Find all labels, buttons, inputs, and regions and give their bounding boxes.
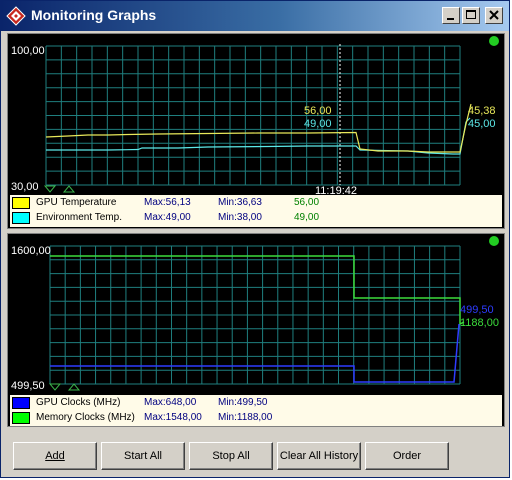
y-min-label: 30,00 bbox=[11, 181, 39, 193]
legend-swatch-gpu-temp bbox=[12, 197, 30, 209]
legend-min: Min:499,50 bbox=[218, 397, 268, 408]
gpu-clock-series bbox=[50, 323, 460, 383]
legend-min: Min:1188,00 bbox=[218, 412, 273, 423]
legend-max: Max:1548,00 bbox=[144, 412, 202, 423]
legend-row-mem-clock[interactable]: Memory Clocks (MHz) Max:1548,00 Min:1188… bbox=[10, 411, 502, 426]
legend-row-env-temp[interactable]: Environment Temp. Max:49,00 Min:38,00 49… bbox=[10, 211, 502, 226]
temperature-grid bbox=[45, 45, 461, 186]
y-max-label: 1600,00 bbox=[11, 245, 51, 257]
minimize-button[interactable] bbox=[442, 7, 460, 24]
legend-name: GPU Clocks (MHz) bbox=[36, 397, 121, 408]
temperature-legend: GPU Temperature Max:56,13 Min:36,63 56,0… bbox=[10, 195, 502, 227]
order-button[interactable]: Order bbox=[365, 442, 449, 470]
clocks-grid bbox=[49, 245, 461, 385]
status-led-icon bbox=[489, 236, 499, 246]
minimize-icon bbox=[447, 18, 454, 20]
gpu-temp-series bbox=[45, 103, 472, 153]
legend-min: Min:38,00 bbox=[218, 212, 262, 223]
monitoring-window: Monitoring Graphs 100,00 30,00 11:19:42 … bbox=[0, 0, 510, 478]
start-all-button[interactable]: Start All bbox=[101, 442, 185, 470]
cursor-value-env: 49,00 bbox=[304, 118, 332, 130]
right-value-mem-clock: 1188,00 bbox=[460, 317, 499, 329]
legend-swatch-gpu-clock bbox=[12, 397, 30, 409]
maximize-icon bbox=[466, 10, 476, 19]
right-value-gpu: 45,38 bbox=[468, 105, 496, 117]
title-bar[interactable]: Monitoring Graphs bbox=[1, 1, 509, 31]
legend-name: Environment Temp. bbox=[36, 212, 122, 223]
order-label: Order bbox=[392, 450, 422, 462]
memory-clock-series bbox=[50, 255, 465, 326]
cursor-value-gpu: 56,00 bbox=[304, 105, 332, 117]
legend-row-gpu-clock[interactable]: GPU Clocks (MHz) Max:648,00 Min:499,50 bbox=[10, 396, 502, 411]
legend-swatch-mem-clock bbox=[12, 412, 30, 424]
legend-name: GPU Temperature bbox=[36, 197, 117, 208]
scroll-arrow-icon[interactable] bbox=[43, 185, 76, 193]
clocks-graph-panel: 1600,00 499,50 499,50 1188,00 GPU Clocks… bbox=[7, 233, 505, 427]
stop-all-label: Stop All bbox=[212, 450, 250, 462]
legend-max: Max:648,00 bbox=[144, 397, 197, 408]
clear-all-history-button[interactable]: Clear All History bbox=[277, 442, 361, 470]
legend-min: Min:36,63 bbox=[218, 197, 262, 208]
y-min-label: 499,50 bbox=[11, 380, 45, 392]
legend-swatch-env-temp bbox=[12, 212, 30, 224]
add-button-label: Add bbox=[45, 450, 65, 462]
legend-max: Max:49,00 bbox=[144, 212, 191, 223]
legend-max: Max:56,13 bbox=[144, 197, 191, 208]
app-diamond-icon bbox=[6, 6, 26, 26]
add-button[interactable]: Add bbox=[13, 442, 97, 470]
right-value-env: 45,00 bbox=[468, 118, 496, 130]
window-title: Monitoring Graphs bbox=[31, 7, 157, 23]
y-max-label: 100,00 bbox=[11, 45, 45, 57]
legend-current: 56,00 bbox=[294, 197, 320, 208]
scroll-arrow-icon[interactable] bbox=[48, 383, 81, 391]
start-all-label: Start All bbox=[124, 450, 162, 462]
legend-name: Memory Clocks (MHz) bbox=[36, 412, 135, 423]
close-button[interactable] bbox=[485, 7, 503, 24]
legend-row-gpu-temp[interactable]: GPU Temperature Max:56,13 Min:36,63 56,0… bbox=[10, 196, 502, 211]
clocks-legend: GPU Clocks (MHz) Max:648,00 Min:499,50 M… bbox=[10, 395, 502, 426]
stop-all-button[interactable]: Stop All bbox=[189, 442, 273, 470]
status-led-icon bbox=[489, 36, 499, 46]
legend-current: 49,00 bbox=[294, 212, 320, 223]
temperature-graph-panel: 100,00 30,00 11:19:42 56,00 49,00 45,38 … bbox=[7, 33, 505, 229]
right-value-gpu-clock: 499,50 bbox=[460, 304, 494, 316]
clear-history-label: Clear All History bbox=[279, 450, 359, 462]
environment-temp-series bbox=[46, 117, 471, 155]
close-icon bbox=[489, 10, 499, 20]
maximize-button[interactable] bbox=[462, 7, 480, 24]
